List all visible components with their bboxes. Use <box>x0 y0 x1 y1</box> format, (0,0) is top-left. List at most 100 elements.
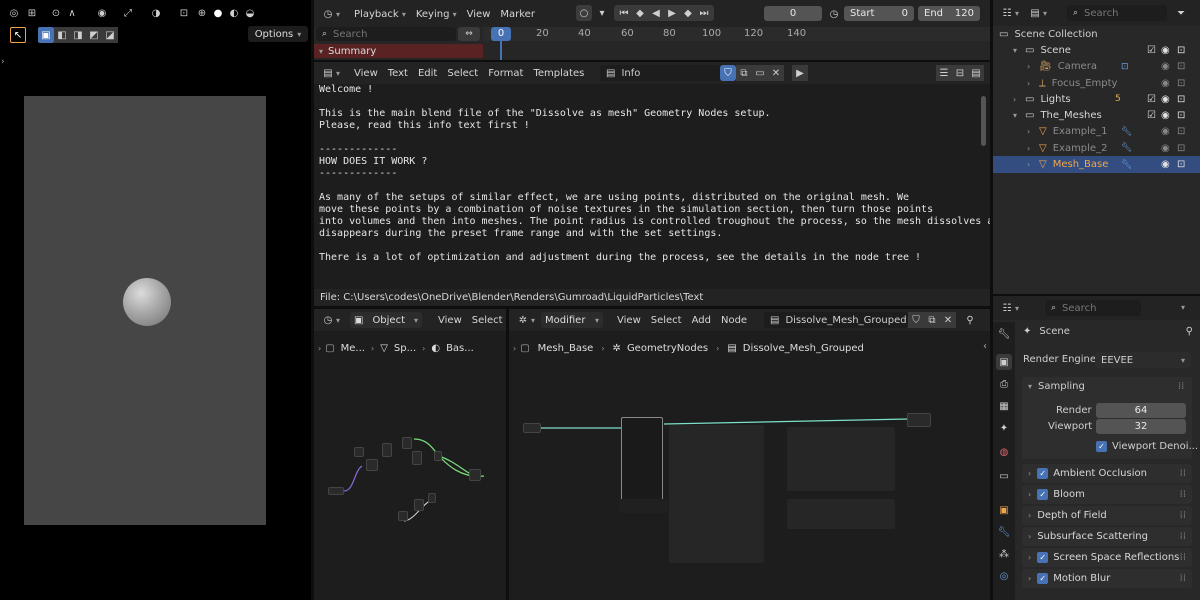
outliner-icon[interactable]: ☷ <box>999 5 1015 21</box>
render-camera-icon[interactable]: ⊡ <box>1177 45 1185 56</box>
node-left-canvas[interactable]: › ▢ Me... › ▽ Sp... › ◐ Bas... <box>314 331 506 600</box>
geometry-nodes-icon[interactable]: ✲ <box>515 312 531 328</box>
outliner-row-camera[interactable]: › 🎥︎ Camera ⊡ ◉ ⊡ <box>993 59 1200 75</box>
select-tool-icon[interactable]: ◎ <box>6 5 22 21</box>
prev-keyframe-icon[interactable]: ◆ <box>632 5 648 21</box>
timeline-track-area[interactable]: 0 20 40 60 80 100 120 140 <box>483 27 990 60</box>
menu-view[interactable]: View <box>354 68 378 79</box>
outliner-row-example-2[interactable]: › ▽ Example_2 🔧︎ ◉ ⊡ <box>993 140 1200 156</box>
panel-depth-of-field[interactable]: › Depth of Field ⁞⁞ <box>1022 506 1192 525</box>
menu-templates[interactable]: Templates <box>533 68 584 79</box>
options-button[interactable]: Options ▾ <box>248 26 308 42</box>
group-node[interactable] <box>621 417 663 501</box>
note-frame[interactable] <box>787 499 895 529</box>
proportional-icon[interactable]: ∧ <box>64 5 80 21</box>
modifier-tab-icon[interactable]: 🔧︎ <box>996 524 1012 540</box>
search-input[interactable]: Search <box>1084 8 1118 19</box>
text-body[interactable]: Welcome ! This is the main blend file of … <box>314 84 990 289</box>
visibility-eye-icon[interactable]: ◉ <box>1161 159 1170 170</box>
expand-chevron-icon[interactable]: › <box>1027 127 1037 136</box>
menu-edit[interactable]: Edit <box>418 68 437 79</box>
search-input[interactable]: Search <box>1062 303 1096 314</box>
pin-icon[interactable]: ⚲ <box>962 312 978 328</box>
node[interactable] <box>414 499 424 511</box>
modifier-wrench-icon[interactable]: 🔧︎ <box>1121 127 1132 137</box>
camera-data-icon[interactable]: ⊡ <box>1121 62 1129 72</box>
drag-handle-icon[interactable]: ⁞⁞ <box>1178 381 1184 392</box>
expand-chevron-icon[interactable]: › <box>1013 95 1023 104</box>
render-camera-icon[interactable]: ⊡ <box>1177 78 1185 89</box>
render-engine-select[interactable]: EEVEE ▾ <box>1095 352 1191 368</box>
sampling-panel-header[interactable]: ▾ Sampling <box>1028 381 1085 392</box>
visibility-eye-icon[interactable]: ◉ <box>1161 78 1170 89</box>
node[interactable] <box>434 451 442 461</box>
visibility-eye-icon[interactable]: ◉ <box>1161 61 1170 72</box>
exclude-checkbox-icon[interactable]: ☑ <box>1147 110 1156 121</box>
sidebar-toggle-icon[interactable]: › <box>1 57 5 67</box>
fake-user-icon[interactable]: ⛉ <box>908 312 924 328</box>
render-camera-icon[interactable]: ⊡ <box>1177 126 1185 137</box>
render-samples-field[interactable]: 64 <box>1096 403 1186 418</box>
menu-text[interactable]: Text <box>388 68 408 79</box>
checkbox-checked-icon[interactable]: ✓ <box>1037 468 1049 479</box>
select-box-icon[interactable]: ▣ <box>38 27 54 43</box>
select-intersect-icon[interactable]: ◪ <box>102 27 118 43</box>
outliner-row-mesh-base[interactable]: › ▽ Mesh_Base 🔧︎ ◉ ⊡ <box>993 156 1200 173</box>
modifier-wrench-icon[interactable]: 🔧︎ <box>1121 160 1132 170</box>
transform-orientation-icon[interactable]: ⊞ <box>24 5 40 21</box>
expand-chevron-icon[interactable]: › <box>1027 79 1037 88</box>
group-output-node[interactable] <box>907 413 931 427</box>
visibility-eye-icon[interactable]: ◉ <box>1161 45 1170 56</box>
line-numbers-icon[interactable]: ☰ <box>936 65 952 81</box>
checkbox-checked-icon[interactable]: ✓ <box>1037 552 1049 563</box>
jump-start-icon[interactable]: ⏮ <box>616 5 632 21</box>
panel-motion-blur[interactable]: › ✓ Motion Blur ⁞⁞ <box>1022 569 1192 588</box>
text-datablock-selector[interactable]: ▤ Info <box>600 65 720 81</box>
next-keyframe-icon[interactable]: ◆ <box>680 5 696 21</box>
outliner-row-scene[interactable]: ▾ ▭ Scene ☑ ◉ ⊡ <box>993 42 1200 58</box>
jump-end-icon[interactable]: ⏭ <box>696 5 712 21</box>
text-editor-icon[interactable]: ▤ <box>320 65 336 81</box>
menu-marker[interactable]: Marker <box>500 9 535 20</box>
particles-tab-icon[interactable]: ⁂ <box>996 546 1012 562</box>
checkbox-checked-icon[interactable]: ✓ <box>1096 441 1107 452</box>
group-input-node[interactable] <box>523 423 541 433</box>
panel-screen-space-reflections[interactable]: › ✓ Screen Space Reflections ⁞⁞ <box>1022 548 1192 567</box>
text-scrollbar[interactable] <box>981 96 986 146</box>
menu-view[interactable]: View <box>438 315 462 326</box>
visibility-eye-icon[interactable]: ◉ <box>1161 110 1170 121</box>
filter-icon[interactable]: ⏷ <box>1173 5 1189 21</box>
menu-view[interactable]: View <box>467 9 491 20</box>
menu-add[interactable]: Add <box>692 315 711 326</box>
record-options-icon[interactable]: ▾ <box>594 5 610 21</box>
render-tab-icon[interactable]: ▣ <box>996 354 1012 370</box>
node-tree-selector[interactable]: ▤ Dissolve_Mesh_Grouped <box>764 312 908 328</box>
note-frame[interactable] <box>669 461 764 501</box>
new-text-icon[interactable]: ⧉ <box>736 65 752 81</box>
menu-select[interactable]: Select <box>472 315 503 326</box>
drag-handle-icon[interactable]: ⁞⁞ <box>1180 468 1186 479</box>
editor-type-icon[interactable]: ◷ <box>320 6 336 22</box>
viewport-denoise-toggle[interactable]: ✓ Viewport Denoi... <box>1096 441 1198 452</box>
scene-tab-icon[interactable]: ✦ <box>996 420 1012 436</box>
outliner-search[interactable]: ⌕ Search <box>1067 5 1167 21</box>
outliner-row-example-1[interactable]: › ▽ Example_1 🔧︎ ◉ ⊡ <box>993 124 1200 140</box>
drag-handle-icon[interactable]: ⁞⁞ <box>1180 510 1186 521</box>
render-camera-icon[interactable]: ⊡ <box>1177 143 1185 154</box>
expand-icon[interactable]: ▾ <box>319 47 323 56</box>
play-reverse-icon[interactable]: ◀ <box>648 5 664 21</box>
physics-tab-icon[interactable]: ◎ <box>996 568 1012 584</box>
menu-playback[interactable]: Playback ▾ <box>354 9 406 20</box>
menu-node[interactable]: Node <box>721 315 747 326</box>
menu-select[interactable]: Select <box>447 68 478 79</box>
properties-icon[interactable]: ☷ <box>999 300 1015 316</box>
checkbox-checked-icon[interactable]: ✓ <box>1037 489 1049 500</box>
run-script-icon[interactable]: ▶ <box>792 65 808 81</box>
pin-icon[interactable]: ⚲ <box>1186 326 1193 337</box>
overlay-icon[interactable]: ◑ <box>148 5 164 21</box>
visibility-eye-icon[interactable]: ◉ <box>1161 143 1170 154</box>
word-wrap-icon[interactable]: ⊟ <box>952 65 968 81</box>
panel-ambient-occlusion[interactable]: › ✓ Ambient Occlusion ⁞⁞ <box>1022 464 1192 483</box>
open-text-icon[interactable]: ▭ <box>752 65 768 81</box>
sphere-object[interactable] <box>123 278 171 326</box>
